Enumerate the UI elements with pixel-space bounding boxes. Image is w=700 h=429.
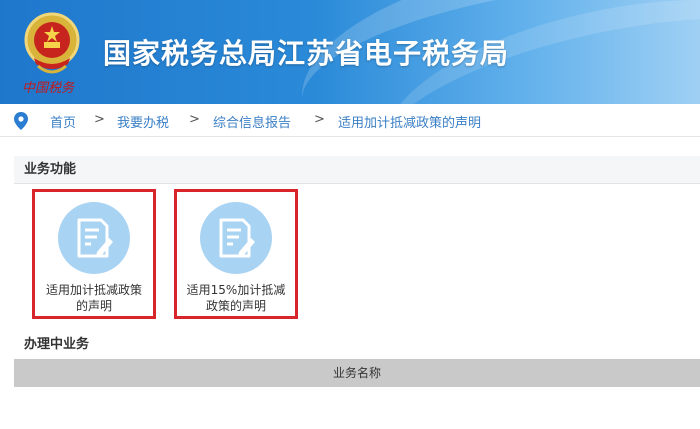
card-label: 适用15%加计抵减政策的声明 (186, 283, 286, 313)
card-icon-circle (58, 202, 130, 274)
breadcrumb-current: 适用加计抵减政策的声明 (338, 116, 482, 131)
breadcrumb-separator: > (314, 112, 325, 127)
site-title: 国家税务总局江苏省电子税务局 (103, 37, 510, 70)
declaration-card-15-percent[interactable]: 适用15%加计抵减政策的声明 (174, 189, 298, 319)
site-header: 中国税务 国家税务总局江苏省电子税务局 (0, 0, 700, 104)
location-pin-icon (14, 112, 28, 130)
card-icon-circle (200, 202, 272, 274)
breadcrumb-separator: > (94, 112, 105, 127)
breadcrumb-info-report-link[interactable]: 综合信息报告 (213, 112, 291, 131)
header-motto: 中国税务 (22, 81, 75, 96)
in-progress-heading: 办理中业务 (14, 331, 700, 359)
national-emblem-icon (24, 12, 80, 74)
breadcrumb-tax-link[interactable]: 我要办税 (117, 112, 169, 131)
breadcrumb-separator: > (189, 112, 200, 127)
breadcrumb: 首页 > 我要办税 > 综合信息报告 > 适用加计抵减政策的声明 (0, 104, 700, 137)
document-edit-icon (219, 218, 255, 258)
card-label: 适用加计抵减政策的声明 (45, 283, 142, 313)
table-header-business-name: 业务名称 (14, 359, 700, 387)
document-edit-icon (77, 218, 113, 258)
business-functions-heading: 业务功能 (14, 156, 700, 184)
breadcrumb-home-link[interactable]: 首页 (50, 112, 76, 131)
declaration-card-deduction[interactable]: 适用加计抵减政策的声明 (32, 189, 156, 319)
